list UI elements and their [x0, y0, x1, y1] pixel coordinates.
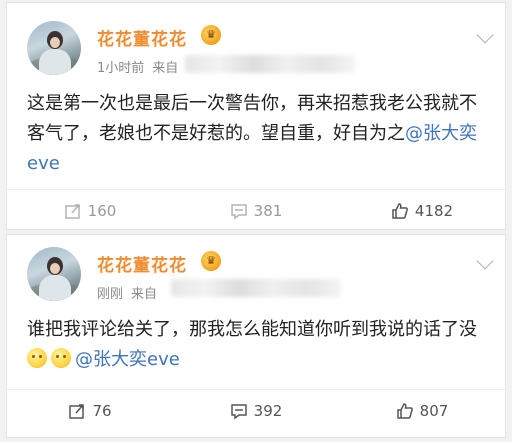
repost-icon	[69, 404, 85, 419]
username[interactable]: 花花董花花	[97, 251, 187, 276]
post-time: 刚刚	[97, 287, 124, 302]
avatar[interactable]	[27, 247, 81, 301]
weibo-post-card: 花花董花花 ♛ 刚刚 来自 谁把我评论给关了，那我怎么能知道你听到我说的话了没 @张…	[6, 234, 506, 438]
vip-badge-icon: ♛	[201, 251, 221, 271]
action-bar: 160 381 4182	[7, 191, 505, 231]
thumbs-up-icon	[392, 203, 408, 219]
like-count: 4182	[414, 202, 454, 220]
repost-count: 76	[92, 402, 112, 420]
repost-count: 160	[87, 202, 117, 220]
comment-count: 381	[253, 202, 283, 220]
like-count: 807	[419, 402, 449, 420]
comment-icon	[230, 204, 247, 220]
post-meta: 刚刚 来自	[97, 283, 165, 302]
divider	[7, 189, 505, 190]
post-source: 来自	[152, 61, 179, 76]
post-meta: 1小时前 来自	[97, 57, 186, 76]
chevron-down-icon[interactable]	[476, 252, 494, 270]
post-source: 来自	[131, 287, 158, 302]
blurred-source-name	[185, 55, 355, 73]
chevron-down-icon[interactable]	[476, 26, 494, 44]
smile-emoji	[27, 348, 47, 368]
post-text: 谁把我评论给关了，那我怎么能知道你听到我说的话了没 @张大奕eve	[27, 315, 487, 375]
vip-badge-icon: ♛	[201, 25, 221, 45]
like-button[interactable]: 807	[339, 391, 505, 431]
like-button[interactable]: 4182	[339, 191, 505, 231]
weibo-post-card: 花花董花花 ♛ 1小时前 来自 这是第一次也是最后一次警告你，再来招惹我老公我就不…	[6, 2, 506, 230]
comment-button[interactable]: 392	[173, 391, 339, 431]
action-bar: 76 392 807	[7, 391, 505, 431]
comment-icon	[230, 404, 247, 420]
post-time: 1小时前	[97, 61, 145, 76]
avatar[interactable]	[27, 21, 81, 75]
post-text: 这是第一次也是最后一次警告你，再来招惹我老公我就不客气了，老娘也不是好惹的。望自…	[27, 89, 487, 179]
comment-button[interactable]: 381	[173, 191, 339, 231]
smile-emoji	[51, 348, 71, 368]
repost-button[interactable]: 160	[7, 191, 173, 231]
comment-count: 392	[253, 402, 283, 420]
repost-icon	[64, 204, 80, 219]
username[interactable]: 花花董花花	[97, 25, 187, 50]
thumbs-up-icon	[396, 403, 413, 419]
post-body: 谁把我评论给关了，那我怎么能知道你听到我说的话了没	[27, 319, 477, 340]
blurred-source-name	[171, 279, 341, 297]
divider	[7, 389, 505, 390]
repost-button[interactable]: 76	[7, 391, 173, 431]
mention-link[interactable]: @张大奕eve	[75, 349, 180, 370]
